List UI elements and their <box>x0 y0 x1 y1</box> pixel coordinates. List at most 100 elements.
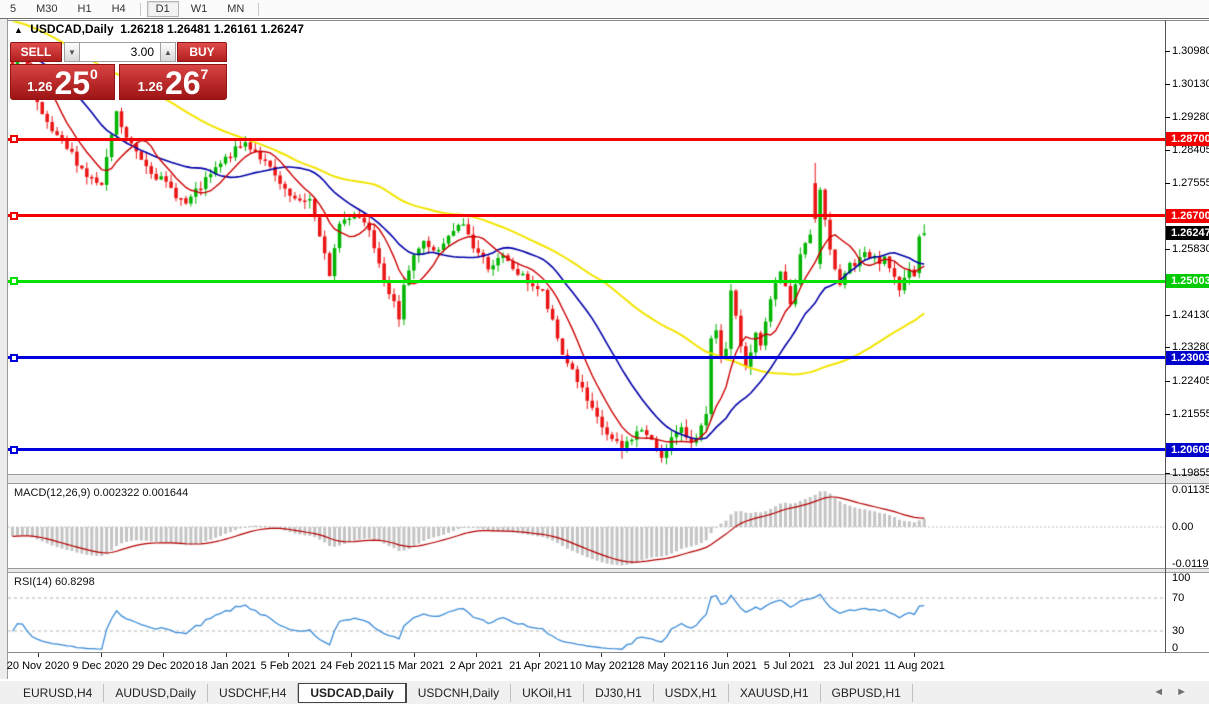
sell-button[interactable]: SELL <box>10 42 62 62</box>
date-axis-tick <box>101 653 102 657</box>
line-drag-handle[interactable] <box>10 135 18 143</box>
price-axis-tick <box>1165 414 1170 415</box>
sell-price-quote[interactable]: 1.26 25 0 <box>10 64 115 100</box>
price-axis-tick <box>1165 150 1170 151</box>
chart-tab-xauusd[interactable]: XAUUSD,H1 <box>729 684 821 702</box>
buy-price-prefix: 1.26 <box>138 79 163 94</box>
macd-axis-label: 0.01135 <box>1172 484 1209 496</box>
chart-tab-usdcad[interactable]: USDCAD,Daily <box>298 683 406 703</box>
price-axis-tick <box>1165 347 1170 348</box>
rsi-axis-label: 30 <box>1172 625 1184 637</box>
chart-tab-gbpusd[interactable]: GBPUSD,H1 <box>821 684 913 702</box>
price-axis-label: 1.24130 <box>1172 309 1209 321</box>
ohlc-high: 1.26481 <box>167 22 210 36</box>
date-axis-tick <box>664 653 665 657</box>
date-axis-tick <box>351 653 352 657</box>
price-axis-label: 1.19855 <box>1172 467 1209 479</box>
date-axis-tick <box>288 653 289 657</box>
chart-tab-usdcnh[interactable]: USDCNH,Daily <box>407 684 511 702</box>
chart-title: ▲ USDCAD,Daily 1.26218 1.26481 1.26161 1… <box>14 22 304 36</box>
price-chart-canvas[interactable] <box>0 0 1209 704</box>
buy-price-quote[interactable]: 1.26 26 7 <box>119 64 227 100</box>
volume-decrease-button[interactable]: ▼ <box>64 42 80 62</box>
volume-increase-button[interactable]: ▲ <box>160 42 176 62</box>
buy-price-big: 26 <box>165 68 201 98</box>
macd-rsi-splitter[interactable] <box>8 568 1209 573</box>
sell-price-pip: 0 <box>90 66 98 82</box>
sell-price-prefix: 1.26 <box>27 79 52 94</box>
price-axis-border <box>1165 20 1166 653</box>
chart-tab-ukoil[interactable]: UKOil,H1 <box>511 684 584 702</box>
macd-axis-label: -0.01190 <box>1172 558 1209 570</box>
price-level-chip: 1.25003 <box>1166 274 1209 288</box>
price-level-chip: 1.28700 <box>1166 132 1209 146</box>
date-label: 23 Jul 2021 <box>823 660 880 672</box>
rsi-axis-label: 0 <box>1172 642 1178 654</box>
symbol-name: USDCAD,Daily <box>30 22 113 36</box>
price-axis-label: 1.28405 <box>1172 144 1209 156</box>
line-drag-handle[interactable] <box>10 354 18 362</box>
price-axis-tick <box>1165 315 1170 316</box>
date-axis-tick <box>226 653 227 657</box>
horizontal-level-line[interactable] <box>8 448 1165 451</box>
chart-tab-dj30[interactable]: DJ30,H1 <box>584 684 654 702</box>
price-axis-label: 1.30130 <box>1172 78 1209 90</box>
price-axis-tick <box>1165 117 1170 118</box>
chart-tab-audusd[interactable]: AUDUSD,Daily <box>104 684 208 702</box>
date-label: 20 Nov 2020 <box>7 660 69 672</box>
one-click-trade-panel: SELL ▼ ▲ BUY 1.26 25 0 1.26 26 7 <box>10 42 227 100</box>
date-axis-tick <box>476 653 477 657</box>
date-label: 24 Feb 2021 <box>320 660 382 672</box>
collapse-triangle-icon[interactable]: ▲ <box>14 25 23 35</box>
price-level-chip: 1.26247 <box>1166 226 1209 240</box>
chart-tab-eurusd[interactable]: EURUSD,H4 <box>12 684 104 702</box>
line-drag-handle[interactable] <box>10 277 18 285</box>
sell-price-big: 25 <box>54 68 90 98</box>
date-label: 15 Mar 2021 <box>383 660 445 672</box>
volume-input[interactable] <box>80 42 160 62</box>
date-axis-tick <box>789 653 790 657</box>
rsi-axis-label: 70 <box>1172 592 1184 604</box>
date-label: 10 May 2021 <box>570 660 634 672</box>
date-label: 18 Jan 2021 <box>196 660 257 672</box>
line-drag-handle[interactable] <box>10 446 18 454</box>
rsi-axis-label: 100 <box>1172 572 1190 584</box>
date-axis-tick <box>38 653 39 657</box>
chart-top-border <box>8 20 1209 21</box>
date-label: 28 May 2021 <box>632 660 696 672</box>
price-axis-tick <box>1165 51 1170 52</box>
date-axis[interactable]: 20 Nov 20209 Dec 2020 29 Dec 202018 Jan 2… <box>8 653 1209 679</box>
buy-button[interactable]: BUY <box>177 42 227 62</box>
date-label: 21 Apr 2021 <box>509 660 568 672</box>
horizontal-level-line[interactable] <box>8 356 1165 359</box>
tab-scroll-arrows[interactable]: ◄► <box>1153 686 1199 698</box>
ohlc-close: 1.26247 <box>261 22 304 36</box>
price-axis-label: 1.29280 <box>1172 111 1209 123</box>
date-axis-tick <box>163 653 164 657</box>
macd-axis-label: 0.00 <box>1172 521 1193 533</box>
ohlc-open: 1.26218 <box>120 22 163 36</box>
date-label: 29 Dec 2020 <box>132 660 194 672</box>
chart-tab-usdchf[interactable]: USDCHF,H4 <box>208 684 298 702</box>
horizontal-level-line[interactable] <box>8 138 1165 141</box>
date-label: 5 Jul 2021 <box>764 660 815 672</box>
price-axis-tick <box>1165 249 1170 250</box>
chart-tab-bar: EURUSD,H4AUDUSD,DailyUSDCHF,H4USDCAD,Dai… <box>0 679 1209 704</box>
horizontal-level-line[interactable] <box>8 214 1165 217</box>
main-macd-splitter[interactable] <box>8 474 1209 484</box>
horizontal-level-line[interactable] <box>8 280 1165 283</box>
price-axis-tick <box>1165 84 1170 85</box>
macd-label: MACD(12,26,9) 0.002322 0.001644 <box>14 487 188 499</box>
price-level-chip: 1.26700 <box>1166 209 1209 223</box>
date-label: 9 Dec 2020 <box>72 660 128 672</box>
line-drag-handle[interactable] <box>10 212 18 220</box>
buy-price-pip: 7 <box>201 66 209 82</box>
price-level-chip: 1.23003 <box>1166 351 1209 365</box>
price-axis-tick <box>1165 473 1170 474</box>
date-axis-tick <box>539 653 540 657</box>
date-axis-tick <box>601 653 602 657</box>
date-axis-tick <box>852 653 853 657</box>
price-axis-tick <box>1165 183 1170 184</box>
price-axis-label: 1.27555 <box>1172 177 1209 189</box>
chart-tab-usdx[interactable]: USDX,H1 <box>654 684 729 702</box>
